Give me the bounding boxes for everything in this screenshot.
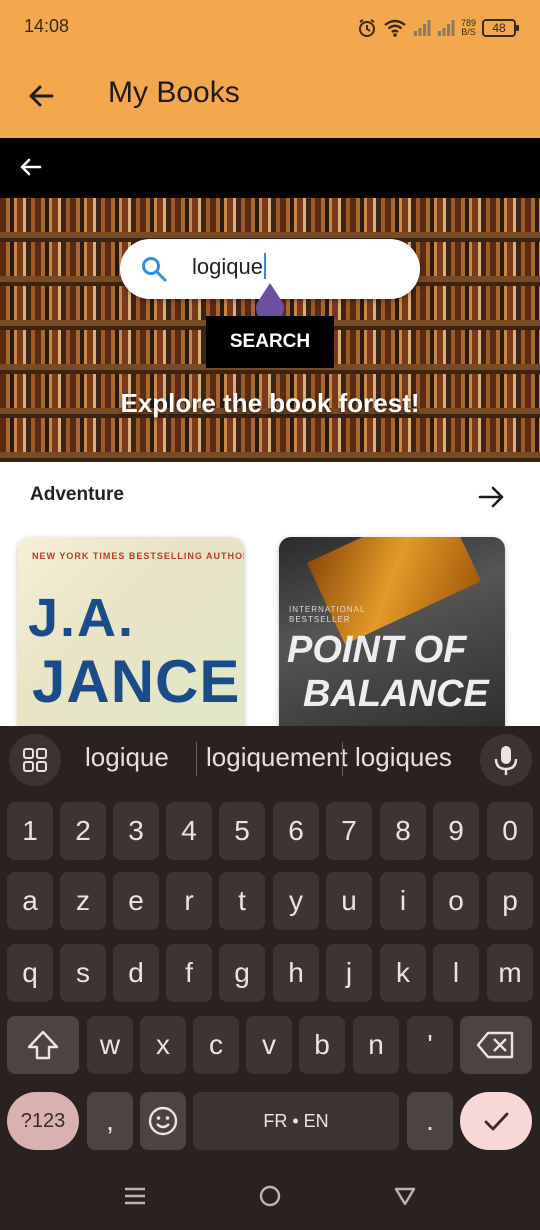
key-g[interactable]: g (219, 944, 265, 1002)
grid-icon (23, 748, 47, 772)
key-m[interactable]: m (487, 944, 533, 1002)
backspace-key[interactable] (460, 1016, 532, 1074)
comma-key[interactable]: , (87, 1092, 133, 1150)
book-cover-line: J.A. (28, 588, 136, 648)
enter-key[interactable] (460, 1092, 532, 1150)
emoji-key[interactable] (140, 1092, 186, 1150)
key-j[interactable]: j (326, 944, 372, 1002)
key-a[interactable]: a (7, 872, 53, 930)
symbols-key[interactable]: ?123 (7, 1092, 79, 1150)
key-2[interactable]: 2 (60, 802, 106, 860)
shift-icon (27, 1030, 59, 1060)
book-card[interactable]: NEW YORK TIMES BESTSELLING AUTHOR J.A. J… (18, 537, 244, 737)
divider (342, 742, 343, 776)
app-bar: My Books (0, 56, 540, 138)
key-z[interactable]: z (60, 872, 106, 930)
signal-icon (413, 20, 431, 36)
book-tag: INTERNATIONAL BESTSELLER (289, 605, 366, 624)
key-6[interactable]: 6 (273, 802, 319, 860)
checkmark-icon (484, 1112, 509, 1131)
back-arrow-icon[interactable] (22, 76, 62, 116)
key-apostrophe[interactable]: ' (407, 1016, 453, 1074)
alarm-icon (358, 19, 375, 37)
key-r[interactable]: r (166, 872, 212, 930)
period-key[interactable]: . (407, 1092, 453, 1150)
key-n[interactable]: n (353, 1016, 399, 1074)
key-e[interactable]: e (113, 872, 159, 930)
back-arrow-icon[interactable] (14, 150, 48, 184)
status-bar: 14:08 789 B/S 48 (0, 0, 540, 56)
soft-keyboard: logique logiquement logiques 1 2 3 4 5 6… (0, 726, 540, 1160)
bookshelf-image (0, 198, 540, 238)
key-4[interactable]: 4 (166, 802, 212, 860)
suggestion-item[interactable]: logique (85, 742, 169, 773)
hero-banner: logique SEARCH Explore the book forest! (0, 198, 540, 462)
key-h[interactable]: h (273, 944, 319, 1002)
key-f[interactable]: f (166, 944, 212, 1002)
key-0[interactable]: 0 (487, 802, 533, 860)
key-7[interactable]: 7 (326, 802, 372, 860)
key-d[interactable]: d (113, 944, 159, 1002)
arrow-right-icon[interactable] (476, 482, 506, 512)
hero-tagline: Explore the book forest! (120, 388, 420, 418)
bookshelf-image (0, 418, 540, 458)
key-l[interactable]: l (433, 944, 479, 1002)
suggestion-item[interactable]: logiquement (206, 742, 348, 773)
key-v[interactable]: v (246, 1016, 292, 1074)
shift-key[interactable] (7, 1016, 79, 1074)
status-time: 14:08 (24, 16, 70, 36)
search-icon (142, 257, 167, 282)
book-cover-line: POINT OF (287, 629, 467, 671)
system-nav-bar (0, 1160, 540, 1230)
key-s[interactable]: s (60, 944, 106, 1002)
key-u[interactable]: u (326, 872, 372, 930)
backspace-icon (476, 1031, 514, 1059)
page-title: My Books (108, 76, 240, 109)
category-title: Adventure (30, 484, 124, 505)
home-icon[interactable] (258, 1184, 282, 1208)
key-t[interactable]: t (219, 872, 265, 930)
book-cover-line: JANCE (32, 648, 241, 715)
wifi-icon (384, 19, 406, 37)
key-p[interactable]: p (487, 872, 533, 930)
secondary-toolbar (0, 138, 540, 198)
back-icon[interactable] (393, 1184, 417, 1208)
key-w[interactable]: w (87, 1016, 133, 1074)
key-q[interactable]: q (7, 944, 53, 1002)
key-1[interactable]: 1 (7, 802, 53, 860)
divider (196, 742, 197, 776)
key-c[interactable]: c (193, 1016, 239, 1074)
key-8[interactable]: 8 (380, 802, 426, 860)
apps-grid-button[interactable] (9, 734, 61, 786)
emoji-icon (148, 1106, 178, 1136)
battery-icon: 48 (482, 19, 519, 37)
suggestion-item[interactable]: logiques (355, 742, 452, 773)
suggestion-bar: logique logiquement logiques (0, 726, 540, 792)
key-o[interactable]: o (433, 872, 479, 930)
key-k[interactable]: k (380, 944, 426, 1002)
book-card[interactable]: INTERNATIONAL BESTSELLER POINT OF BALANC… (279, 537, 505, 737)
signal-icon-2 (437, 20, 455, 36)
book-cover-line: BALANCE (303, 673, 489, 715)
net-speed: 789 B/S (460, 18, 476, 37)
space-key[interactable]: FR • EN (193, 1092, 399, 1150)
key-5[interactable]: 5 (219, 802, 265, 860)
mic-button[interactable] (480, 734, 532, 786)
key-3[interactable]: 3 (113, 802, 159, 860)
search-button[interactable]: SEARCH (206, 316, 334, 368)
key-y[interactable]: y (273, 872, 319, 930)
text-cursor (263, 253, 266, 279)
key-i[interactable]: i (380, 872, 426, 930)
key-x[interactable]: x (140, 1016, 186, 1074)
status-icons: 789 B/S 48 (357, 14, 519, 42)
key-b[interactable]: b (299, 1016, 345, 1074)
search-input[interactable]: logique (192, 253, 266, 280)
recents-icon[interactable] (123, 1184, 147, 1208)
key-9[interactable]: 9 (433, 802, 479, 860)
book-tag: NEW YORK TIMES BESTSELLING AUTHOR (32, 551, 244, 561)
category-section: Adventure NEW YORK TIMES BESTSELLING AUT… (0, 462, 540, 737)
microphone-icon (494, 746, 518, 775)
